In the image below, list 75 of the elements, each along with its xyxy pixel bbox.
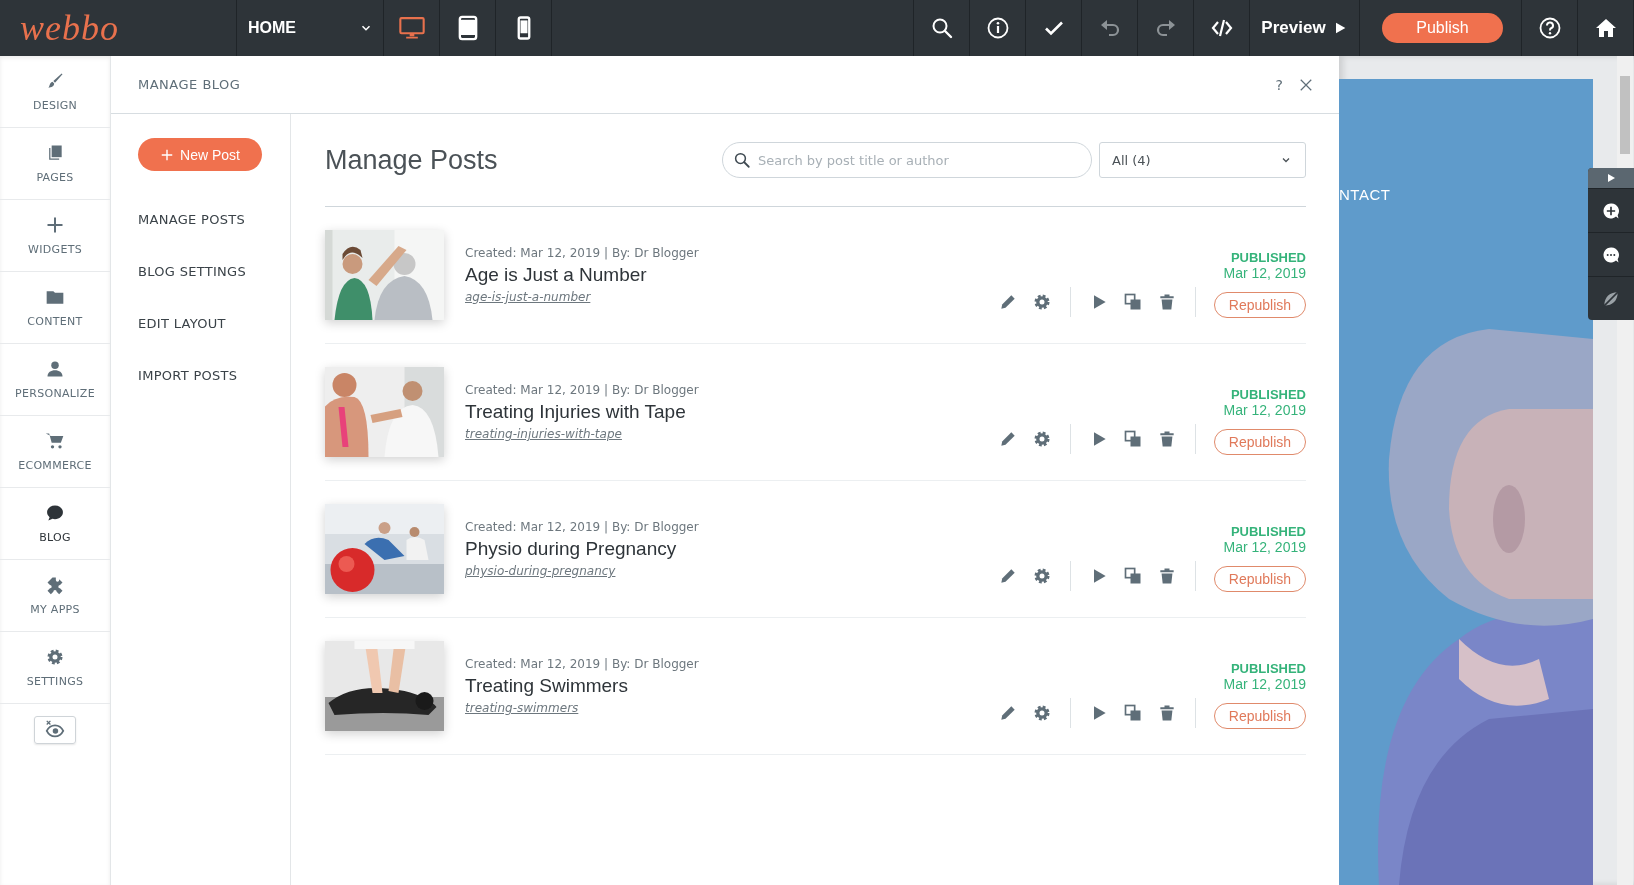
pencil-icon: [998, 292, 1018, 312]
scrollbar-thumb[interactable]: [1620, 76, 1630, 154]
menu-item[interactable]: EDIT LAYOUT: [138, 297, 290, 349]
trash-icon: [1157, 292, 1177, 312]
post-link[interactable]: treating-swimmers: [465, 701, 699, 715]
post-meta: Created: Mar 12, 2019 | By: Dr Blogger: [465, 520, 699, 534]
sidebar-item[interactable]: PERSONALIZE: [0, 344, 110, 416]
page-heading: Manage Posts: [325, 144, 498, 176]
post-link[interactable]: physio-during-pregnancy: [465, 564, 699, 578]
pencil-icon: [998, 566, 1018, 586]
gear-icon: [1032, 292, 1052, 312]
add-comment-icon: [1601, 200, 1621, 221]
speech-bubble-icon: [45, 503, 65, 523]
post-meta: Created: Mar 12, 2019 | By: Dr Blogger: [465, 246, 699, 260]
copy-icon: [1123, 429, 1143, 449]
search-field[interactable]: Search by post title or author: [722, 142, 1092, 178]
brush-icon: [45, 71, 65, 91]
gear-icon: [1032, 566, 1052, 586]
info-icon: [985, 16, 1010, 40]
status-label: PUBLISHED: [1230, 387, 1306, 402]
status-date: Mar 12, 2019: [1223, 265, 1306, 281]
gear-icon: [1032, 429, 1052, 449]
plus-icon: [45, 215, 65, 235]
trash-icon: [1157, 429, 1177, 449]
nav-link[interactable]: NTACT: [1339, 186, 1391, 203]
comment-icon: [1601, 244, 1621, 265]
hide-toggle-button[interactable]: [34, 716, 76, 744]
post-meta: Created: Mar 12, 2019 | By: Dr Blogger: [465, 383, 699, 397]
copy-icon: [1123, 292, 1143, 312]
status-date: Mar 12, 2019: [1223, 402, 1306, 418]
trash-icon: [1157, 566, 1177, 586]
sidebar-item[interactable]: BLOG: [0, 488, 110, 560]
search-icon: [733, 151, 751, 169]
trash-icon: [1157, 703, 1177, 723]
sidebar-item[interactable]: MY APPS: [0, 560, 110, 632]
plus-icon: [160, 147, 175, 162]
post-link[interactable]: age-is-just-a-number: [465, 290, 699, 304]
status-label: PUBLISHED: [1230, 250, 1306, 265]
sidebar-item[interactable]: SETTINGS: [0, 632, 110, 704]
sidebar-item[interactable]: WIDGETS: [0, 200, 110, 272]
status-date: Mar 12, 2019: [1223, 539, 1306, 555]
play-icon: [1605, 172, 1617, 184]
post-meta: Created: Mar 12, 2019 | By: Dr Blogger: [465, 657, 699, 671]
menu-item[interactable]: IMPORT POSTS: [138, 349, 290, 401]
post-link[interactable]: treating-injuries-with-tape: [465, 427, 699, 441]
help-button[interactable]: ?: [1275, 76, 1283, 93]
post-title: Age is Just a Number: [465, 264, 648, 286]
sidebar-item[interactable]: DESIGN: [0, 56, 110, 128]
publish-button[interactable]: Publish: [1382, 13, 1503, 43]
filter-dropdown[interactable]: All (4): [1099, 142, 1306, 178]
sidebar-item[interactable]: CONTENT: [0, 272, 110, 344]
monitor-icon: [397, 14, 426, 42]
status-label: PUBLISHED: [1230, 661, 1306, 676]
collapse-button[interactable]: [1588, 168, 1634, 188]
person-icon: [45, 359, 65, 379]
copy-icon: [1123, 703, 1143, 723]
post-title: Physio during Pregnancy: [465, 538, 678, 560]
post-title: Treating Swimmers: [465, 675, 629, 697]
new-post-button[interactable]: New Post: [138, 138, 262, 171]
gear-icon: [1032, 703, 1052, 723]
copy-icon: [1123, 566, 1143, 586]
post-title: Treating Injuries with Tape: [465, 401, 687, 423]
logo[interactable]: webbo: [20, 7, 119, 49]
sidebar-item[interactable]: ECOMMERCE: [0, 416, 110, 488]
pencil-icon: [998, 429, 1018, 449]
cart-icon: [45, 431, 65, 451]
status-date: Mar 12, 2019: [1223, 676, 1306, 692]
gear-icon: [45, 647, 65, 667]
pencil-icon: [998, 703, 1018, 723]
menu-item[interactable]: BLOG SETTINGS: [138, 245, 290, 297]
status-label: PUBLISHED: [1230, 524, 1306, 539]
help-icon: [1537, 16, 1562, 40]
menu-item[interactable]: MANAGE POSTS: [138, 193, 290, 245]
panel-title: MANAGE BLOG: [138, 77, 241, 92]
sidebar-item[interactable]: PAGES: [0, 128, 110, 200]
